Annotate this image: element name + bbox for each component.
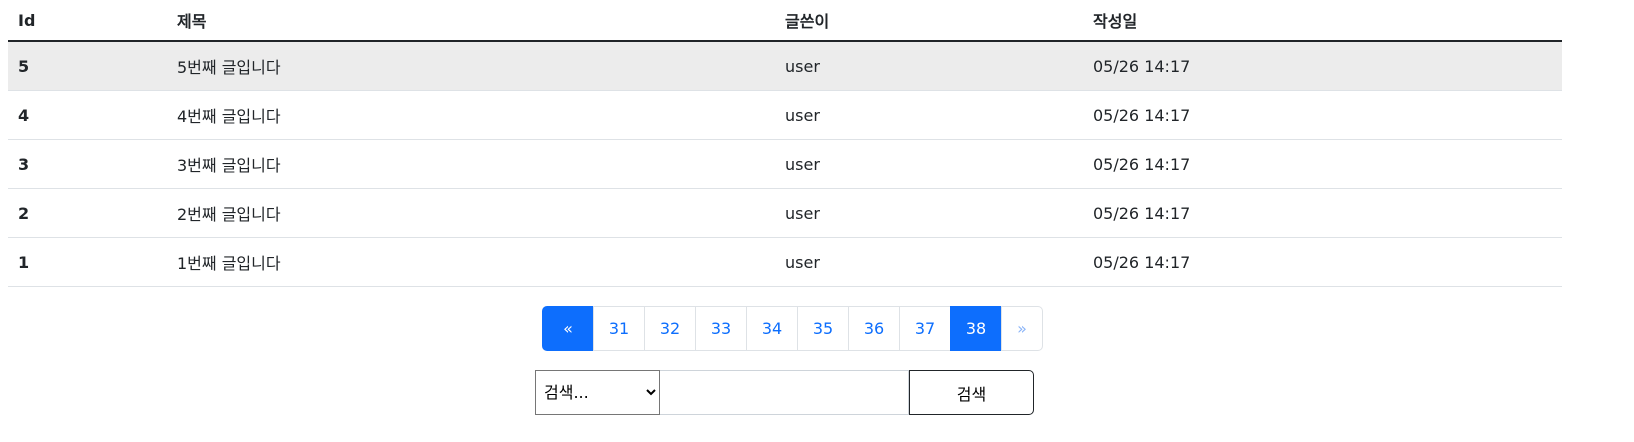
cell-id: 5 [8,41,167,91]
cell-title[interactable]: 2번째 글입니다 [167,188,775,238]
cell-date: 05/26 14:17 [1083,139,1562,189]
table-row[interactable]: 2 2번째 글입니다 user 05/26 14:17 [8,188,1562,238]
page-35[interactable]: 35 [797,306,849,351]
header-date: 작성일 [1083,0,1562,42]
cell-date: 05/26 14:17 [1083,237,1562,287]
table-row[interactable]: 4 4번째 글입니다 user 05/26 14:17 [8,90,1562,140]
posts-table: Id 제목 글쓴이 작성일 5 5번째 글입니다 user 05/26 14:17 4 4… [8,0,1562,287]
cell-title[interactable]: 3번째 글입니다 [167,139,775,189]
page-33[interactable]: 33 [695,306,747,351]
prev-page-button[interactable]: « [542,306,594,351]
cell-author: user [775,139,1083,189]
cell-title[interactable]: 1번째 글입니다 [167,237,775,287]
page-32[interactable]: 32 [644,306,696,351]
cell-title[interactable]: 4번째 글입니다 [167,90,775,140]
cell-id: 2 [8,188,167,238]
next-page-button[interactable]: » [1001,306,1043,351]
page-31[interactable]: 31 [593,306,645,351]
search-input[interactable] [660,370,909,415]
table-row[interactable]: 1 1번째 글입니다 user 05/26 14:17 [8,237,1562,287]
cell-id: 1 [8,237,167,287]
cell-title[interactable]: 5번째 글입니다 [167,41,775,91]
table-row[interactable]: 3 3번째 글입니다 user 05/26 14:17 [8,139,1562,189]
cell-author: user [775,237,1083,287]
table-row[interactable]: 5 5번째 글입니다 user 05/26 14:17 [8,41,1562,91]
cell-date: 05/26 14:17 [1083,41,1562,91]
cell-author: user [775,188,1083,238]
cell-id: 3 [8,139,167,189]
page-37[interactable]: 37 [899,306,951,351]
search-form: 검색... 검색 [535,370,1034,415]
page-38[interactable]: 38 [950,306,1002,351]
header-title: 제목 [167,0,775,42]
cell-author: user [775,90,1083,140]
cell-date: 05/26 14:17 [1083,188,1562,238]
header-author: 글쓴이 [775,0,1083,42]
page-36[interactable]: 36 [848,306,900,351]
search-button[interactable]: 검색 [909,370,1034,415]
cell-author: user [775,41,1083,91]
pagination: «31 32 33 34 35 36 37 38» [542,306,1043,351]
search-type-select[interactable]: 검색... [535,370,660,415]
cell-id: 4 [8,90,167,140]
cell-date: 05/26 14:17 [1083,90,1562,140]
page-34[interactable]: 34 [746,306,798,351]
header-id: Id [8,0,167,42]
